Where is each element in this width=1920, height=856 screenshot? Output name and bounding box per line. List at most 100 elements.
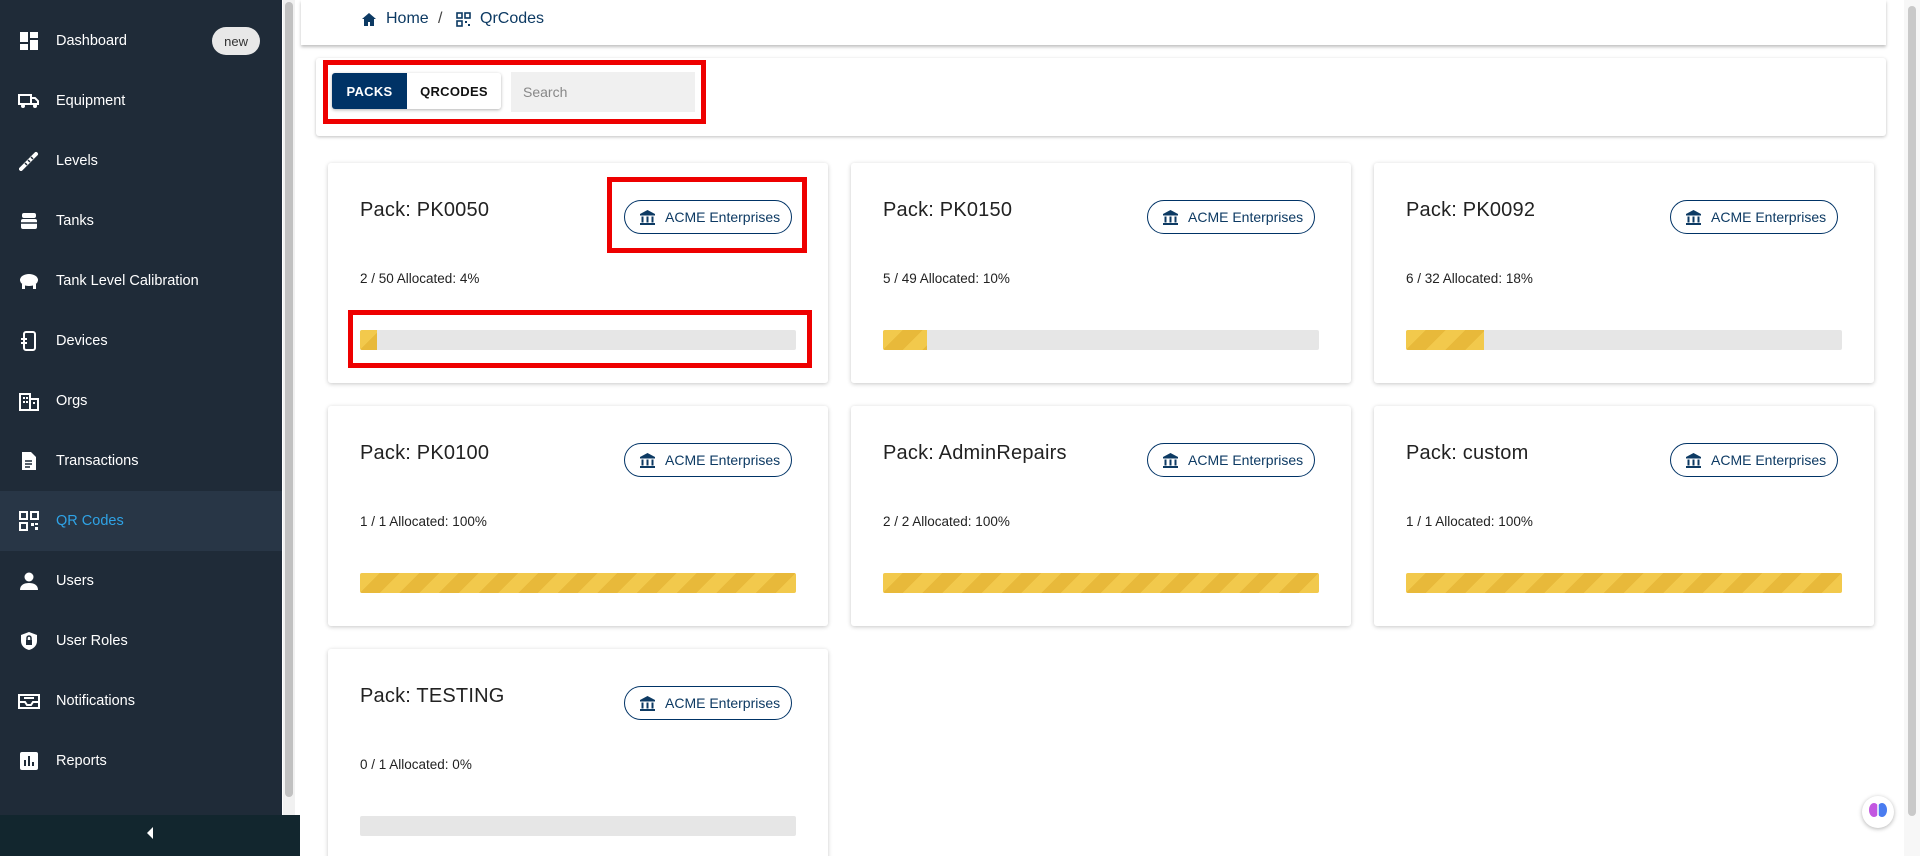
sidebar-item-label: Tanks xyxy=(56,213,94,229)
qr-code-icon xyxy=(454,10,472,28)
org-chip-button[interactable]: ACME Enterprises xyxy=(1147,443,1315,477)
allocation-text: 2 / 50 Allocated: 4% xyxy=(360,271,480,286)
brain-icon xyxy=(1868,801,1888,824)
dashboard-icon xyxy=(18,30,40,52)
pack-title: Pack: PK0150 xyxy=(883,199,1013,221)
allocation-progress-bar xyxy=(883,330,1319,350)
org-chip-button[interactable]: ACME Enterprises xyxy=(624,200,792,234)
sidebar-collapse-button[interactable] xyxy=(0,815,300,856)
sidebar-item-label: Dashboard xyxy=(56,33,127,49)
search-input[interactable] xyxy=(511,72,695,112)
bar-chart-icon xyxy=(18,750,40,772)
allocation-progress-bar xyxy=(360,330,796,350)
sidebar-item-user-roles[interactable]: User Roles xyxy=(0,611,282,671)
org-chip-button[interactable]: ACME Enterprises xyxy=(1147,200,1315,234)
sidebar-item-label: Users xyxy=(56,573,94,589)
sidebar-item-users[interactable]: Users xyxy=(0,551,282,611)
breadcrumb-current-label: QrCodes xyxy=(480,10,545,27)
pack-card[interactable]: Pack: AdminRepairs ACME Enterprises 2 / 2 … xyxy=(851,406,1351,626)
pack-title: Pack: PK0100 xyxy=(360,442,490,464)
bank-icon xyxy=(1162,208,1180,226)
sidebar-item-label: Equipment xyxy=(56,93,126,109)
pack-title: Pack: custom xyxy=(1406,442,1529,464)
allocation-text: 6 / 32 Allocated: 18% xyxy=(1406,271,1533,286)
device-icon xyxy=(18,330,40,352)
breadcrumb-current: QrCodes xyxy=(454,10,544,28)
allocation-text: 1 / 1 Allocated: 100% xyxy=(1406,514,1533,529)
sidebar-item-label: Transactions xyxy=(56,453,139,469)
sidebar-item-notifications[interactable]: Notifications xyxy=(0,671,282,731)
allocation-text: 5 / 49 Allocated: 10% xyxy=(883,271,1010,286)
pack-card[interactable]: Pack: PK0050 ACME Enterprises 2 / 50 Alloc… xyxy=(328,163,828,383)
pack-title: Pack: TESTING xyxy=(360,685,505,707)
sidebar-item-tanks[interactable]: Tanks xyxy=(0,191,282,251)
progress-fill xyxy=(883,573,1319,593)
sidebar-item-tank-level-calibration[interactable]: Tank Level Calibration xyxy=(0,251,282,311)
sidebar-item-label: QR Codes xyxy=(56,513,124,529)
progress-fill xyxy=(360,330,378,350)
bank-icon xyxy=(639,208,657,226)
org-chip-button[interactable]: ACME Enterprises xyxy=(1670,200,1838,234)
assistant-button[interactable] xyxy=(1862,796,1894,828)
page-scrollbar[interactable] xyxy=(1904,0,1920,856)
breadcrumb: Home / QrCodes xyxy=(301,0,1886,45)
sidebar-item-dashboard[interactable]: Dashboard new xyxy=(0,11,282,71)
sidebar-item-label: Levels xyxy=(56,153,98,169)
pack-card[interactable]: Pack: custom ACME Enterprises 1 / 1 Alloca… xyxy=(1374,406,1874,626)
sidebar-item-equipment[interactable]: Equipment xyxy=(0,71,282,131)
pack-title: Pack: PK0050 xyxy=(360,199,490,221)
allocation-progress-bar xyxy=(883,573,1319,593)
pack-card[interactable]: Pack: PK0100 ACME Enterprises 1 / 1 Alloca… xyxy=(328,406,828,626)
bank-icon xyxy=(1162,451,1180,469)
allocation-text: 0 / 1 Allocated: 0% xyxy=(360,757,472,772)
pack-card[interactable]: Pack: TESTING ACME Enterprises 0 / 1 Alloc… xyxy=(328,649,828,856)
tab-qrcodes[interactable]: QRCODES xyxy=(407,73,501,109)
tank-icon xyxy=(18,210,40,232)
org-chip-label: ACME Enterprises xyxy=(1188,209,1304,225)
sidebar-item-qr-codes[interactable]: QR Codes xyxy=(0,491,282,551)
sidebar-item-orgs[interactable]: Orgs xyxy=(0,371,282,431)
document-icon xyxy=(18,450,40,472)
sidebar-scrollbar[interactable] xyxy=(283,0,295,815)
org-chip-button[interactable]: ACME Enterprises xyxy=(1670,443,1838,477)
progress-fill xyxy=(1406,330,1485,350)
progress-fill xyxy=(883,330,927,350)
org-chip-label: ACME Enterprises xyxy=(665,695,781,711)
inbox-icon xyxy=(18,690,40,712)
sidebar-item-devices[interactable]: Devices xyxy=(0,311,282,371)
org-chip-label: ACME Enterprises xyxy=(665,209,781,225)
scrollbar-thumb[interactable] xyxy=(285,2,293,797)
breadcrumb-separator: / xyxy=(438,10,443,27)
sidebar-item-transactions[interactable]: Transactions xyxy=(0,431,282,491)
progress-fill xyxy=(360,573,796,593)
qr-code-icon xyxy=(18,510,40,532)
bank-icon xyxy=(639,694,657,712)
sidebar-item-label: Devices xyxy=(56,333,108,349)
building-icon xyxy=(18,390,40,412)
allocation-text: 2 / 2 Allocated: 100% xyxy=(883,514,1010,529)
truck-icon xyxy=(18,90,40,112)
breadcrumb-home[interactable]: Home xyxy=(360,10,429,28)
allocation-progress-bar xyxy=(360,573,796,593)
bank-icon xyxy=(1685,208,1703,226)
org-chip-button[interactable]: ACME Enterprises xyxy=(624,443,792,477)
org-chip-label: ACME Enterprises xyxy=(1188,452,1304,468)
sidebar-item-reports[interactable]: Reports xyxy=(0,731,282,791)
sidebar-item-levels[interactable]: Levels xyxy=(0,131,282,191)
view-toggle: PACKS QRCODES xyxy=(332,73,501,109)
org-chip-label: ACME Enterprises xyxy=(1711,452,1827,468)
tab-packs[interactable]: PACKS xyxy=(332,73,407,109)
calibration-icon xyxy=(18,270,40,292)
sidebar-item-label: User Roles xyxy=(56,633,128,649)
scrollbar-thumb[interactable] xyxy=(1908,6,1916,816)
allocation-text: 1 / 1 Allocated: 100% xyxy=(360,514,487,529)
chevron-left-icon xyxy=(145,826,155,845)
new-badge: new xyxy=(212,27,260,55)
sidebar-item-label: Orgs xyxy=(56,393,88,409)
dipstick-icon xyxy=(18,150,40,172)
allocation-progress-bar xyxy=(360,816,796,836)
pack-card[interactable]: Pack: PK0092 ACME Enterprises 6 / 32 Alloc… xyxy=(1374,163,1874,383)
pack-card[interactable]: Pack: PK0150 ACME Enterprises 5 / 49 Alloc… xyxy=(851,163,1351,383)
org-chip-button[interactable]: ACME Enterprises xyxy=(624,686,792,720)
breadcrumb-home-label: Home xyxy=(386,10,429,27)
